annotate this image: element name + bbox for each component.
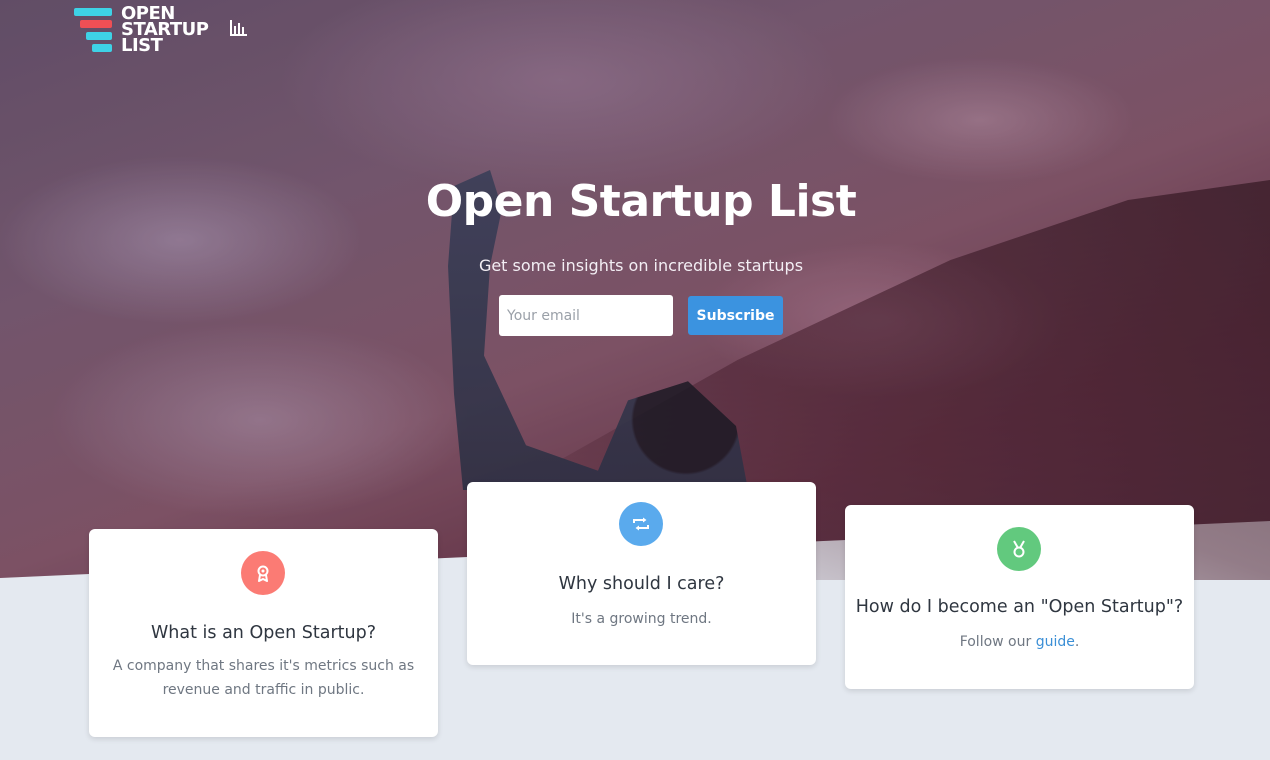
card-how-to-become: How do I become an "Open Startup"? Follo… [845,505,1194,689]
card-title: Why should I care? [558,574,725,594]
bar-chart-icon[interactable] [230,20,247,36]
hero-subtitle: Get some insights on incredible startups [478,256,804,275]
award-ribbon-icon [241,551,285,595]
card-description: It's a growing trend. [571,611,712,627]
card-why-care: Why should I care? It's a growing trend. [467,482,816,665]
email-input[interactable] [499,295,673,336]
site-logo[interactable]: OPEN STARTUP LIST [74,5,209,56]
medal-icon [997,527,1041,571]
card-description: Follow our guide. [865,630,1174,654]
repeat-icon [619,502,663,546]
card-description-suffix: . [1074,634,1080,650]
card-title: How do I become an "Open Startup"? [855,597,1184,617]
guide-link[interactable]: guide [1036,634,1075,650]
card-what-is-open-startup: What is an Open Startup? A company that … [89,529,438,737]
card-description: A company that shares it's metrics such … [112,658,415,698]
subscribe-button[interactable]: Subscribe [688,296,783,335]
page-title: Open Startup List [425,176,857,227]
card-description-prefix: Follow our [959,634,1036,650]
logo-line-3: LIST [121,35,163,56]
card-title: What is an Open Startup? [150,623,376,643]
logo-bars-icon [74,6,114,54]
logo-wordmark: OPEN STARTUP LIST [121,5,209,56]
